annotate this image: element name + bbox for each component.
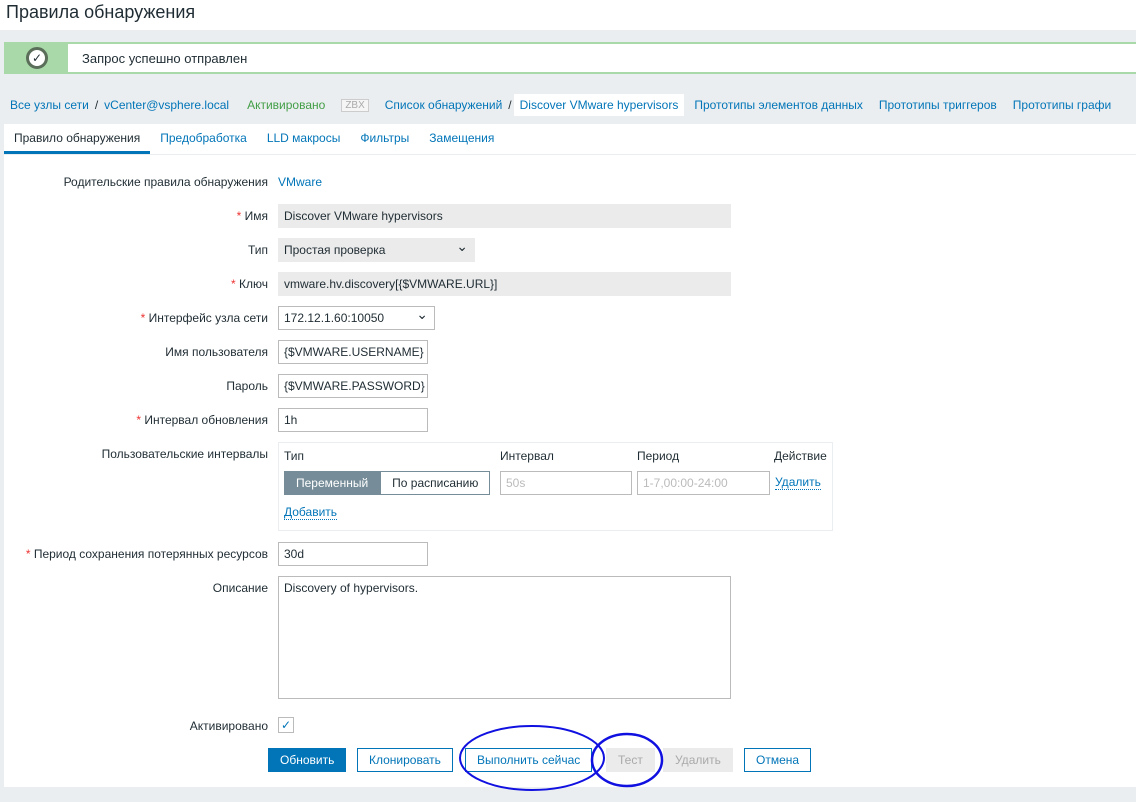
annotation-circle-test (590, 732, 664, 788)
annotation-circle-execute (459, 725, 605, 791)
annotation-circles (459, 725, 664, 791)
